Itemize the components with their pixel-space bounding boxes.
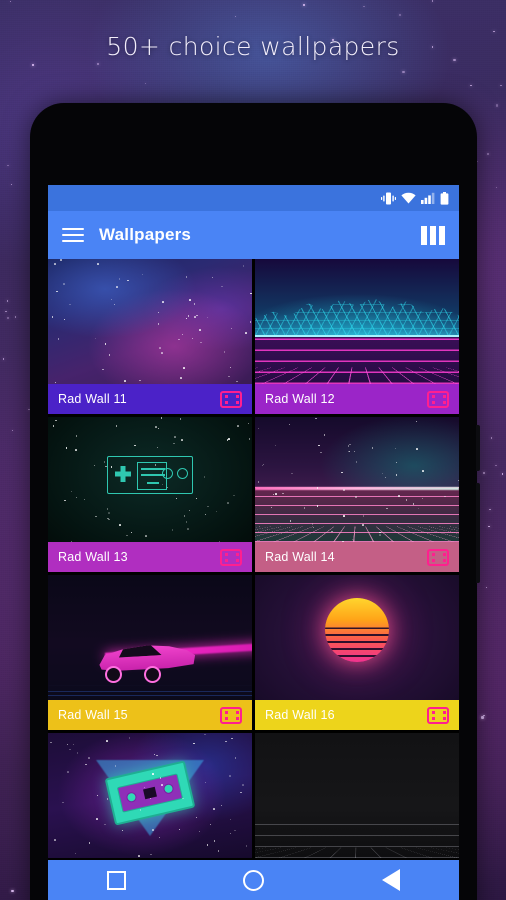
fullscreen-expand-icon[interactable] xyxy=(220,548,242,566)
square-recents-icon[interactable] xyxy=(106,870,126,890)
wallpaper-card[interactable]: Rad Wall 16 xyxy=(255,575,459,730)
wallpaper-label-bar: Rad Wall 14 xyxy=(255,542,459,572)
wallpaper-card[interactable]: Rad Wall 11 xyxy=(48,259,252,414)
phone-side-button-lower xyxy=(476,483,480,583)
wallpaper-thumbnail-neon-car[interactable] xyxy=(48,575,252,700)
wallpaper-label-bar: Rad Wall 16 xyxy=(255,700,459,730)
wallpaper-thumbnail-pink-grid[interactable] xyxy=(255,417,459,542)
app-bar-title: Wallpapers xyxy=(99,225,192,244)
wallpaper-thumbnail-synthwave-mountains[interactable] xyxy=(255,259,459,384)
triangle-back-icon[interactable] xyxy=(382,869,401,891)
column-grid-icon[interactable] xyxy=(421,225,445,245)
wallpaper-thumbnail-dark-grid[interactable] xyxy=(255,733,459,858)
phone-mockup: Wallpapers Rad Wall 11 Rad Wall 12 Rad W… xyxy=(30,103,480,900)
vibrate-icon xyxy=(381,192,396,204)
wallpaper-card[interactable]: Rad Wall 15 xyxy=(48,575,252,730)
wallpaper-card[interactable]: Rad Wall 13 xyxy=(48,417,252,572)
wallpaper-title: Rad Wall 14 xyxy=(265,550,335,564)
wallpaper-grid: Rad Wall 11 Rad Wall 12 Rad Wall 13 Rad … xyxy=(48,259,459,858)
wallpaper-title: Rad Wall 16 xyxy=(265,708,335,722)
stars-overlay xyxy=(48,733,252,858)
wallpaper-title: Rad Wall 15 xyxy=(58,708,128,722)
page-title: 50+ choice wallpapers xyxy=(106,32,400,61)
circle-home-icon[interactable] xyxy=(243,869,265,891)
wifi-icon xyxy=(401,192,416,204)
fullscreen-expand-icon[interactable] xyxy=(220,390,242,408)
hamburger-menu-icon[interactable] xyxy=(62,228,84,242)
stars-overlay xyxy=(255,417,459,542)
wallpaper-thumbnail-nebula[interactable] xyxy=(48,259,252,384)
status-bar xyxy=(48,185,459,211)
wallpaper-title: Rad Wall 11 xyxy=(58,392,127,406)
fullscreen-expand-icon[interactable] xyxy=(427,390,449,408)
stars-overlay xyxy=(48,417,252,542)
signal-icon xyxy=(421,192,435,204)
app-bar: Wallpapers xyxy=(48,211,459,259)
phone-side-button-upper xyxy=(476,425,480,471)
wallpaper-title: Rad Wall 12 xyxy=(265,392,335,406)
wallpaper-thumbnail-nes-controller[interactable] xyxy=(48,417,252,542)
wallpaper-label-bar: Rad Wall 11 xyxy=(48,384,252,414)
battery-icon xyxy=(440,191,449,205)
wallpaper-thumbnail-retro-sun[interactable] xyxy=(255,575,459,700)
phone-screen: Wallpapers Rad Wall 11 Rad Wall 12 Rad W… xyxy=(48,185,459,900)
wallpaper-card[interactable] xyxy=(48,733,252,858)
android-nav-bar xyxy=(48,860,459,900)
wallpaper-card[interactable]: Rad Wall 14 xyxy=(255,417,459,572)
wallpaper-card[interactable] xyxy=(255,733,459,858)
wallpaper-label-bar: Rad Wall 13 xyxy=(48,542,252,572)
wallpaper-title: Rad Wall 13 xyxy=(58,550,128,564)
fullscreen-expand-icon[interactable] xyxy=(427,548,449,566)
retro-sun-shape xyxy=(325,598,389,662)
wallpaper-label-bar: Rad Wall 12 xyxy=(255,384,459,414)
fullscreen-expand-icon[interactable] xyxy=(427,706,449,724)
stars-overlay xyxy=(48,259,252,384)
wallpaper-card[interactable]: Rad Wall 12 xyxy=(255,259,459,414)
wallpaper-thumbnail-cassette-tape[interactable] xyxy=(48,733,252,858)
fullscreen-expand-icon[interactable] xyxy=(220,706,242,724)
wallpaper-label-bar: Rad Wall 15 xyxy=(48,700,252,730)
